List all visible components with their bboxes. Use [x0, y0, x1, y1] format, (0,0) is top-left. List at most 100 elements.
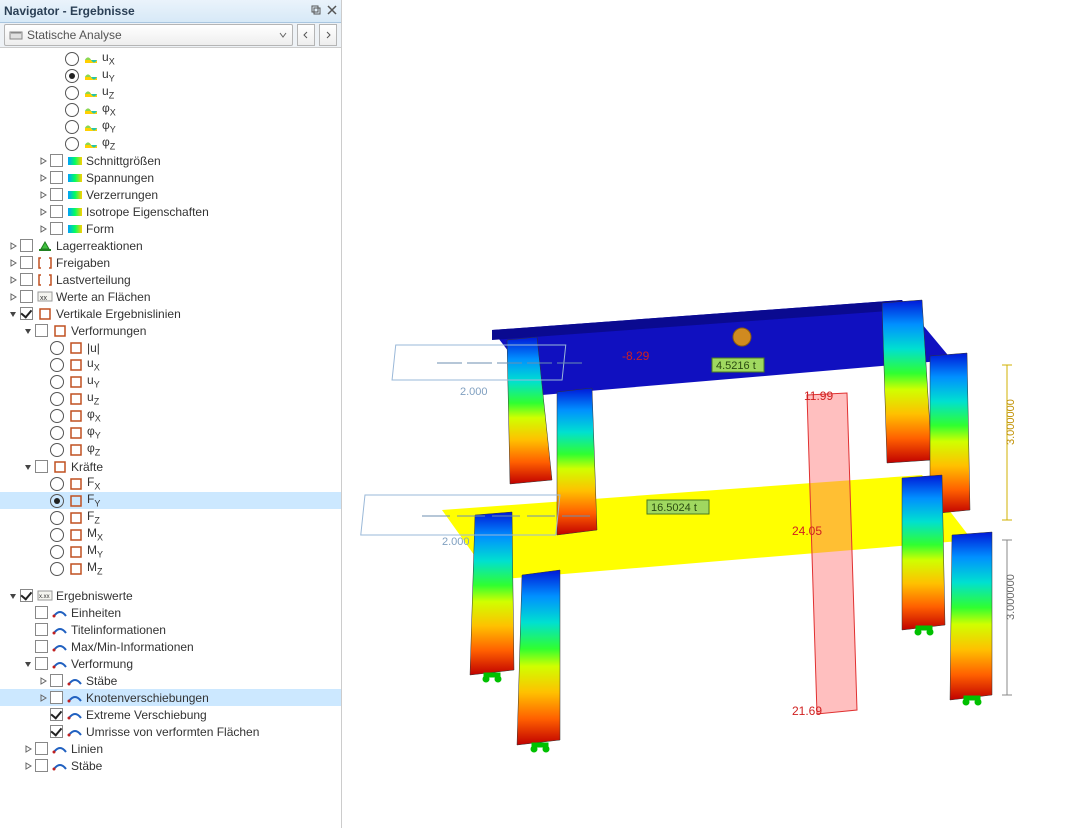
tree-row[interactable]: FX: [0, 475, 341, 492]
tree-row[interactable]: Linien: [0, 740, 341, 757]
tree-row[interactable]: FZ: [0, 509, 341, 526]
tree-row[interactable]: Verformungen: [0, 322, 341, 339]
tree-radio[interactable]: [50, 358, 64, 372]
tree-checkbox[interactable]: [35, 657, 48, 670]
expander-icon[interactable]: [21, 462, 35, 472]
expander-icon[interactable]: [6, 258, 20, 268]
close-icon[interactable]: [327, 4, 337, 18]
tree-checkbox[interactable]: [50, 205, 63, 218]
tree-row[interactable]: MX: [0, 526, 341, 543]
model-viewport[interactable]: 3.000000 3.000000 -8.29 4.5216 t 16.5024…: [342, 0, 1074, 828]
tree-checkbox[interactable]: [50, 674, 63, 687]
tree-checkbox[interactable]: [50, 708, 63, 721]
expander-icon[interactable]: [6, 292, 20, 302]
tree-row[interactable]: uZ: [0, 84, 341, 101]
analysis-dropdown[interactable]: Statische Analyse: [4, 24, 293, 46]
tree-row[interactable]: FY: [0, 492, 341, 509]
tree-row[interactable]: Stäbe: [0, 672, 341, 689]
tree-row[interactable]: Verzerrungen: [0, 186, 341, 203]
tree-row[interactable]: Max/Min-Informationen: [0, 638, 341, 655]
tree-radio[interactable]: [65, 69, 79, 83]
tree-row[interactable]: φZ: [0, 135, 341, 152]
tree-row[interactable]: Schnittgrößen: [0, 152, 341, 169]
tree-radio[interactable]: [50, 511, 64, 525]
tree-row[interactable]: x.xxErgebniswerte: [0, 587, 341, 604]
tree-checkbox[interactable]: [50, 691, 63, 704]
tree-radio[interactable]: [50, 562, 64, 576]
tree-checkbox[interactable]: [20, 589, 33, 602]
tree-row[interactable]: φZ: [0, 441, 341, 458]
expander-icon[interactable]: [21, 326, 35, 336]
tree-radio[interactable]: [50, 443, 64, 457]
tree-row[interactable]: Umrisse von verformten Flächen: [0, 723, 341, 740]
tree-row[interactable]: uX: [0, 356, 341, 373]
expander-icon[interactable]: [21, 659, 35, 669]
tree-checkbox[interactable]: [50, 154, 63, 167]
tree-radio[interactable]: [65, 103, 79, 117]
tree-radio[interactable]: [50, 494, 64, 508]
expander-icon[interactable]: [36, 224, 50, 234]
tree-checkbox[interactable]: [20, 307, 33, 320]
tree-row[interactable]: Extreme Verschiebung: [0, 706, 341, 723]
tree-row[interactable]: Einheiten: [0, 604, 341, 621]
tree-radio[interactable]: [50, 528, 64, 542]
tree-checkbox[interactable]: [50, 188, 63, 201]
tree-checkbox[interactable]: [20, 290, 33, 303]
tree-checkbox[interactable]: [35, 460, 48, 473]
tree-radio[interactable]: [50, 409, 64, 423]
expander-icon[interactable]: [36, 676, 50, 686]
tree-checkbox[interactable]: [50, 171, 63, 184]
tree-checkbox[interactable]: [35, 640, 48, 653]
tree-row[interactable]: Verformung: [0, 655, 341, 672]
expander-icon[interactable]: [6, 241, 20, 251]
tree-radio[interactable]: [50, 426, 64, 440]
expander-icon[interactable]: [21, 761, 35, 771]
tree-checkbox[interactable]: [35, 742, 48, 755]
tree-radio[interactable]: [65, 86, 79, 100]
tree-row[interactable]: MY: [0, 543, 341, 560]
tree-row[interactable]: Spannungen: [0, 169, 341, 186]
tree-radio[interactable]: [50, 375, 64, 389]
tree-row[interactable]: Isotrope Eigenschaften: [0, 203, 341, 220]
tree-row[interactable]: uZ: [0, 390, 341, 407]
expander-icon[interactable]: [21, 744, 35, 754]
tree-row[interactable]: uY: [0, 373, 341, 390]
tree-row[interactable]: Vertikale Ergebnislinien: [0, 305, 341, 322]
tree-row[interactable]: Kräfte: [0, 458, 341, 475]
tree-row[interactable]: φY: [0, 424, 341, 441]
pin-icon[interactable]: [311, 4, 321, 18]
tree-row[interactable]: Lagerreaktionen: [0, 237, 341, 254]
tree-row[interactable]: Lastverteilung: [0, 271, 341, 288]
expander-icon[interactable]: [6, 309, 20, 319]
tree-radio[interactable]: [65, 52, 79, 66]
tree-checkbox[interactable]: [20, 273, 33, 286]
tree-checkbox[interactable]: [50, 725, 63, 738]
tree-row[interactable]: Titelinformationen: [0, 621, 341, 638]
tree-row[interactable]: φY: [0, 118, 341, 135]
tree-checkbox[interactable]: [20, 256, 33, 269]
result-tree[interactable]: uXuYuZφXφYφZSchnittgrößenSpannungenVerze…: [0, 48, 341, 828]
tree-radio[interactable]: [65, 120, 79, 134]
expander-icon[interactable]: [36, 190, 50, 200]
expander-icon[interactable]: [36, 693, 50, 703]
tree-checkbox[interactable]: [20, 239, 33, 252]
tree-row[interactable]: uX: [0, 50, 341, 67]
tree-checkbox[interactable]: [35, 606, 48, 619]
expander-icon[interactable]: [36, 173, 50, 183]
tree-row[interactable]: Knotenverschiebungen: [0, 689, 341, 706]
nav-prev-button[interactable]: [297, 24, 315, 46]
tree-row[interactable]: Freigaben: [0, 254, 341, 271]
tree-checkbox[interactable]: [35, 759, 48, 772]
tree-row[interactable]: |u|: [0, 339, 341, 356]
tree-checkbox[interactable]: [35, 324, 48, 337]
expander-icon[interactable]: [36, 207, 50, 217]
nav-next-button[interactable]: [319, 24, 337, 46]
tree-row[interactable]: φX: [0, 407, 341, 424]
tree-row[interactable]: uY: [0, 67, 341, 84]
tree-radio[interactable]: [50, 545, 64, 559]
tree-radio[interactable]: [50, 341, 64, 355]
tree-row[interactable]: Form: [0, 220, 341, 237]
tree-checkbox[interactable]: [50, 222, 63, 235]
tree-radio[interactable]: [50, 392, 64, 406]
tree-row[interactable]: φX: [0, 101, 341, 118]
